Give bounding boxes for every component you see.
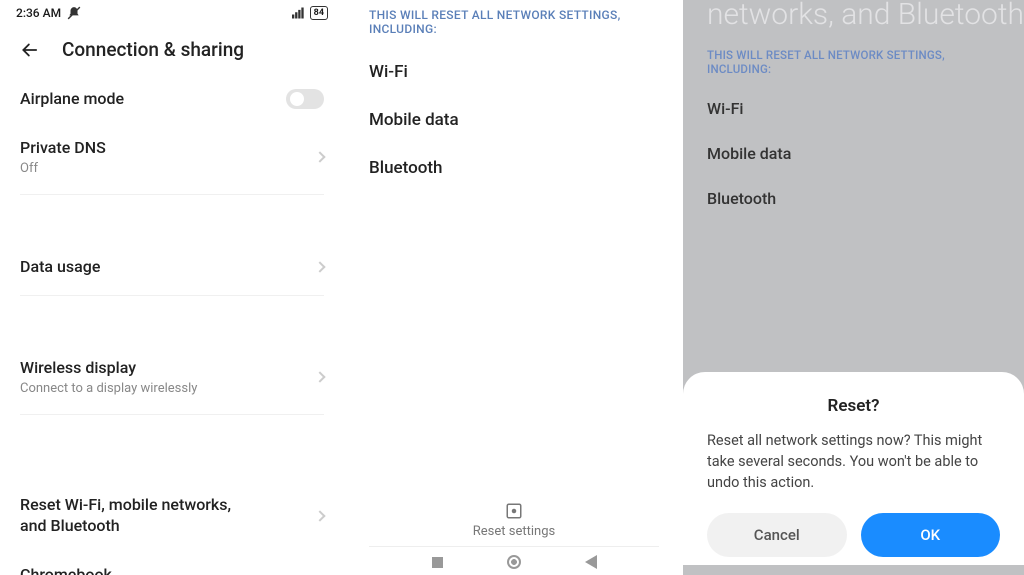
reset-icon bbox=[505, 502, 523, 520]
wdisplay-sub: Connect to a display wirelessly bbox=[20, 381, 197, 396]
reset-notice: THIS WILL RESET ALL NETWORK SETTINGS, IN… bbox=[683, 36, 1024, 76]
airplane-label: Airplane mode bbox=[20, 89, 124, 110]
list-item-bluetooth: Bluetooth bbox=[707, 176, 1000, 221]
dns-sub: Off bbox=[20, 161, 106, 176]
android-navbar bbox=[345, 549, 683, 575]
settings-screen: 2:36 AM 84 Connection & sharing Airplane… bbox=[0, 0, 344, 575]
cancel-button[interactable]: Cancel bbox=[707, 513, 847, 557]
reset-list: Wi-Fi Mobile data Bluetooth bbox=[345, 36, 683, 204]
data-usage-label: Data usage bbox=[20, 257, 100, 278]
reset-dialog: Reset? Reset all network settings now? T… bbox=[683, 372, 1024, 575]
chevron-right-icon bbox=[314, 261, 325, 272]
back-icon[interactable] bbox=[585, 555, 597, 569]
list-item-mobile: Mobile data bbox=[369, 96, 659, 144]
dialog-body: Reset all network settings now? This mig… bbox=[707, 430, 1000, 493]
airplane-toggle[interactable] bbox=[286, 89, 324, 109]
data-usage-row[interactable]: Data usage bbox=[20, 243, 324, 297]
wdisplay-label: Wireless display bbox=[20, 358, 197, 379]
reset-notice: THIS WILL RESET ALL NETWORK SETTINGS, IN… bbox=[345, 0, 683, 36]
home-icon[interactable] bbox=[507, 555, 521, 569]
status-bar: 2:36 AM 84 bbox=[0, 0, 344, 20]
battery-indicator: 84 bbox=[310, 6, 328, 20]
list-item-wifi: Wi-Fi bbox=[369, 48, 659, 96]
signal-icon bbox=[292, 7, 306, 19]
ok-button[interactable]: OK bbox=[861, 513, 1001, 557]
chevron-right-icon bbox=[314, 151, 325, 162]
wireless-display-row[interactable]: Wireless display Connect to a display wi… bbox=[20, 344, 324, 415]
list-item-mobile: Mobile data bbox=[707, 131, 1000, 176]
back-arrow-icon[interactable] bbox=[16, 39, 38, 61]
time-text: 2:36 AM bbox=[16, 6, 61, 20]
reset-settings-screen: THIS WILL RESET ALL NETWORK SETTINGS, IN… bbox=[344, 0, 683, 575]
private-dns-row[interactable]: Private DNS Off bbox=[20, 124, 324, 195]
status-left: 2:36 AM bbox=[16, 6, 81, 20]
partial-header-text: networks, and Bluetooth bbox=[683, 0, 1024, 36]
recents-icon[interactable] bbox=[432, 557, 443, 568]
page-header: Connection & sharing bbox=[0, 20, 344, 75]
settings-list: Airplane mode Private DNS Off Data usage… bbox=[0, 75, 344, 575]
chevron-right-icon bbox=[314, 510, 325, 521]
reset-button-label: Reset settings bbox=[345, 524, 683, 539]
divider bbox=[369, 546, 659, 547]
dialog-actions: Cancel OK bbox=[707, 513, 1000, 557]
status-right: 84 bbox=[292, 6, 328, 20]
dialog-title: Reset? bbox=[707, 396, 1000, 416]
reset-settings-button[interactable]: Reset settings bbox=[345, 502, 683, 539]
reset-list: Wi-Fi Mobile data Bluetooth bbox=[683, 76, 1024, 231]
reset-label: Reset Wi-Fi, mobile networks, and Blueto… bbox=[20, 495, 260, 537]
reset-network-row[interactable]: Reset Wi-Fi, mobile networks, and Blueto… bbox=[20, 481, 324, 551]
page-title: Connection & sharing bbox=[62, 38, 244, 61]
chromebook-label: Chromebook bbox=[20, 565, 261, 575]
bottom-strip bbox=[683, 565, 1024, 575]
chevron-right-icon bbox=[314, 372, 325, 383]
dns-label: Private DNS bbox=[20, 138, 106, 159]
reset-confirm-screen: networks, and Bluetooth THIS WILL RESET … bbox=[683, 0, 1024, 575]
list-item-wifi: Wi-Fi bbox=[707, 86, 1000, 131]
bell-mute-icon bbox=[67, 6, 81, 20]
airplane-mode-row[interactable]: Airplane mode bbox=[20, 75, 324, 124]
list-item-bluetooth: Bluetooth bbox=[369, 144, 659, 192]
chromebook-row[interactable]: Chromebook Your phone is not linked to a… bbox=[20, 551, 324, 575]
